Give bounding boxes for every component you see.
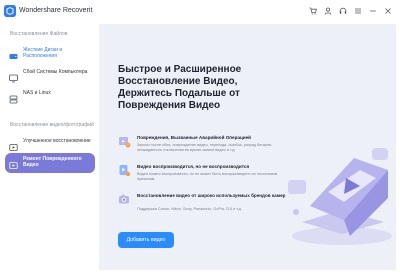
unplayable-video-icon <box>118 164 131 177</box>
camera-brands-icon <box>118 193 131 206</box>
sidebar-item-label: Жесткие Диски и Расположения <box>23 47 63 59</box>
app-title: Wondershare Recoverit <box>19 7 93 14</box>
support-headset-icon[interactable] <box>337 4 349 18</box>
sidebar-item-nas-linux[interactable]: NAS и Linux <box>5 87 95 104</box>
sidebar-item-label: Ремонт Поврежденного Видео <box>23 156 82 168</box>
sidebar-item-label: NAS и Linux <box>23 90 51 96</box>
minimize-icon[interactable] <box>367 4 379 18</box>
page-title: Быстрое и Расширенное Восстановление Вид… <box>118 64 242 111</box>
nas-server-icon <box>9 91 18 104</box>
sidebar-item-hard-drives[interactable]: Жесткие Диски и Расположения <box>5 44 95 62</box>
feature-title: Видео воспроизводится, но не воспроизвод… <box>137 164 250 169</box>
video-repair-illustration <box>280 140 398 250</box>
menu-icon[interactable] <box>352 4 364 18</box>
feature-description: Видео можно воспроизвести, но не может б… <box>137 172 278 181</box>
app-logo-icon <box>4 5 16 17</box>
feature-title: Восстановление видео от широко используе… <box>137 193 286 198</box>
feature-title: Повреждения, Вызванные Аварийной Операци… <box>137 135 251 140</box>
title-bar: Wondershare Recoverit <box>0 0 400 24</box>
crash-corruption-icon <box>118 135 131 148</box>
feature-item: Видео воспроизводится, но не воспроизвод… <box>118 164 293 184</box>
section-label-file-recovery: Восстановление Файлов <box>10 31 68 37</box>
hard-drive-icon <box>9 48 18 59</box>
feature-description: Записи после сбоя, повреждение видео, пе… <box>137 143 273 152</box>
close-icon[interactable] <box>382 4 394 18</box>
section-label-video-photo-recovery: Восстановление видео/фотографий <box>10 122 94 128</box>
cart-icon[interactable] <box>307 4 319 18</box>
sidebar: Восстановление Файлов Жесткие Диски и Ра… <box>0 24 99 274</box>
sidebar-item-label: Сбой Системы Компьютера <box>23 69 88 75</box>
feature-item: Восстановление видео от широко используе… <box>118 193 293 217</box>
user-icon[interactable] <box>322 4 334 18</box>
computer-icon <box>9 70 18 83</box>
feature-item: Повреждения, Вызванные Аварийной Операци… <box>118 135 293 157</box>
sidebar-item-advanced-recovery[interactable]: Улучшенное восстановление <box>5 135 95 151</box>
sidebar-item-system-crash[interactable]: Сбой Системы Компьютера <box>5 66 95 83</box>
sidebar-item-label: Улучшенное восстановление <box>23 138 91 144</box>
video-repair-icon <box>9 157 18 169</box>
sidebar-item-video-repair[interactable]: Ремонт Поврежденного Видео <box>5 153 95 173</box>
feature-description: Поддержка Canon, Nikon, Sony, Panasonic,… <box>137 207 242 211</box>
enhanced-recovery-icon <box>9 139 18 151</box>
add-video-button[interactable]: Добавить видео <box>118 232 174 248</box>
